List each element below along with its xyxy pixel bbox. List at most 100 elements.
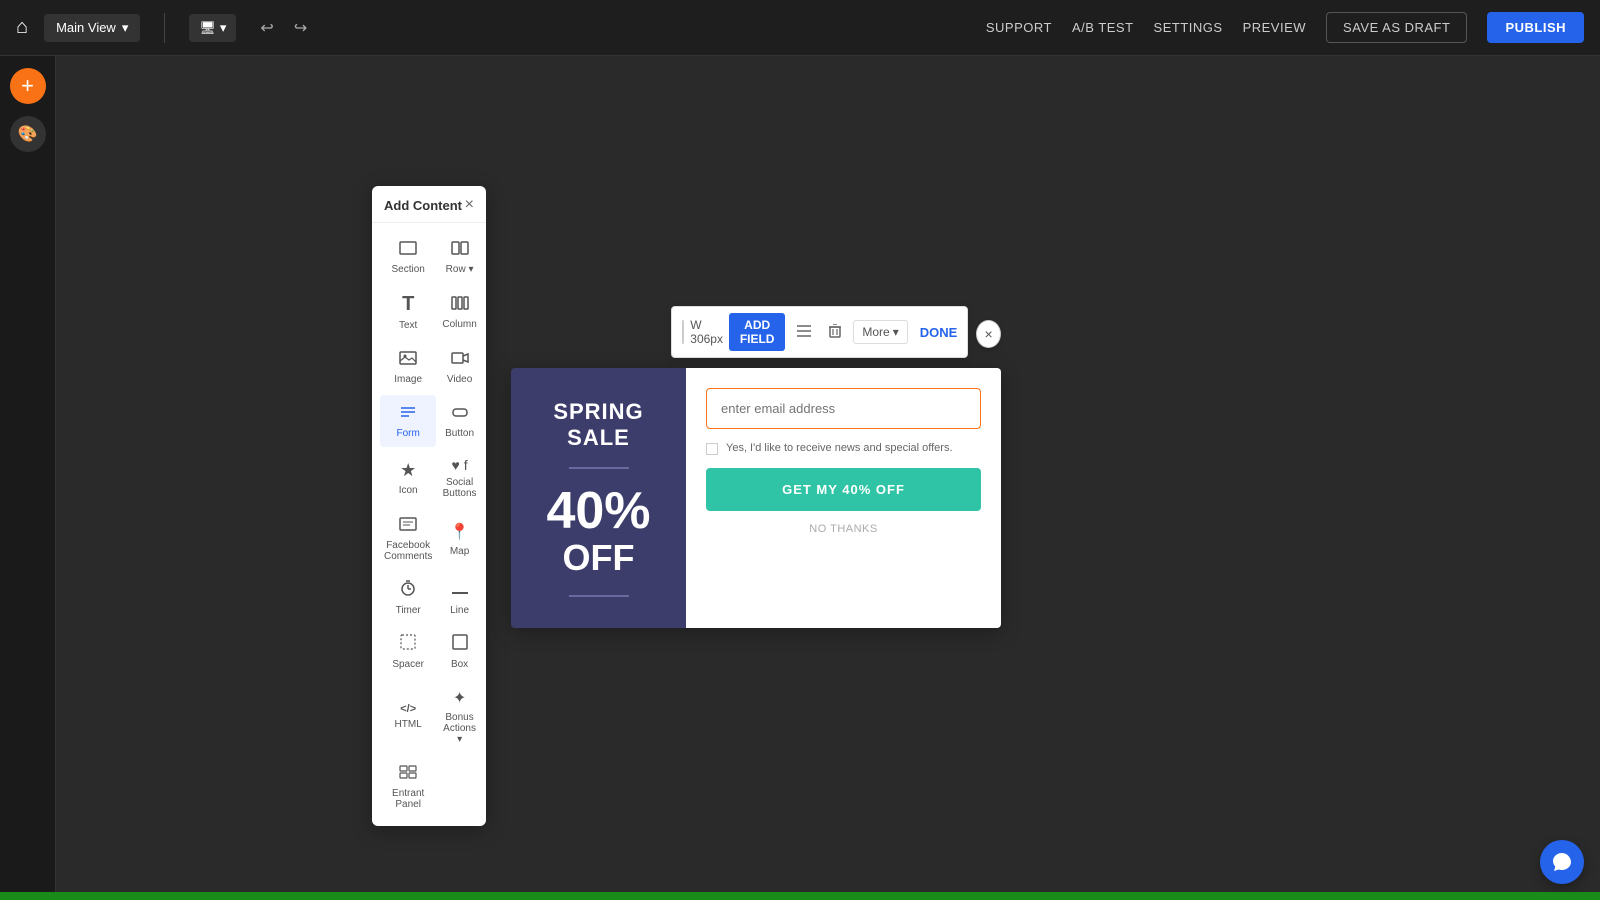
device-icon: 🖥 <box>199 20 216 36</box>
panel-item-bonus[interactable]: ✦ Bonus Actions ▾ <box>438 680 480 753</box>
ab-test-link[interactable]: A/B TEST <box>1072 20 1134 35</box>
panel-item-entrant[interactable]: Entrant Panel <box>380 755 436 818</box>
view-selector-label: Main View <box>56 20 116 35</box>
view-selector[interactable]: Main View ▾ <box>44 14 140 42</box>
panel-item-video[interactable]: Video <box>438 341 480 393</box>
theme-button[interactable]: 🎨 <box>10 116 46 152</box>
facebook-icon <box>399 517 417 536</box>
panel-close-button[interactable]: × <box>465 196 474 214</box>
section-label: Section <box>391 264 424 275</box>
save-draft-button[interactable]: SAVE AS DRAFT <box>1326 12 1467 43</box>
map-icon: 📍 <box>450 522 470 542</box>
undo-button[interactable]: ↩ <box>252 14 281 42</box>
social-icon: ♥ f <box>452 457 468 473</box>
get-discount-button[interactable]: GET MY 40% OFF <box>706 468 981 511</box>
spring-sale-title: SPRING SALE <box>531 399 666 451</box>
panel-item-button[interactable]: Button <box>438 395 480 447</box>
list-icon-button[interactable] <box>791 322 817 342</box>
delete-icon-button[interactable] <box>823 322 847 343</box>
panel-item-icon[interactable]: ★ Icon <box>380 449 436 507</box>
checkbox-row: Yes, I'd like to receive news and specia… <box>706 441 981 456</box>
panel-item-box[interactable]: Box <box>438 626 480 678</box>
html-label: HTML <box>395 719 422 730</box>
spacer-label: Spacer <box>392 659 424 670</box>
support-link[interactable]: SUPPORT <box>986 20 1052 35</box>
icon-icon: ★ <box>400 460 416 481</box>
panel-item-section[interactable]: Section <box>380 231 436 283</box>
sale-divider-bottom <box>569 595 629 597</box>
row-icon <box>451 239 469 260</box>
html-icon: </> <box>400 703 416 715</box>
popup-container: SPRING SALE 40% OFF Yes, I'd like to rec… <box>511 368 1001 628</box>
spacer-icon <box>400 634 416 655</box>
icon-label: Icon <box>399 485 418 496</box>
preview-link[interactable]: PREVIEW <box>1243 20 1306 35</box>
timer-icon <box>400 580 416 601</box>
panel-grid: Section Row ▾ T Text Column <box>372 223 486 826</box>
more-button[interactable]: More ▾ <box>853 320 907 344</box>
form-icon <box>399 403 417 424</box>
button-icon <box>451 403 469 424</box>
sale-divider-top <box>569 467 629 469</box>
view-selector-arrow: ▾ <box>122 20 129 36</box>
video-label: Video <box>447 374 472 385</box>
panel-item-text[interactable]: T Text <box>380 285 436 339</box>
publish-button[interactable]: PUBLISH <box>1487 12 1584 43</box>
line-label: Line <box>450 605 469 616</box>
panel-item-map[interactable]: 📍 Map <box>438 509 480 570</box>
no-thanks-link[interactable]: NO THANKS <box>706 523 981 535</box>
bonus-label: Bonus Actions ▾ <box>442 712 476 745</box>
section-icon <box>399 239 417 260</box>
toolbar-close-button[interactable]: × <box>976 320 1001 348</box>
add-content-panel: Add Content × Section Row ▾ T Text <box>372 186 486 826</box>
popup-editor-area: W 306px ADD FIELD More ▾ DONE × SPRIN <box>511 306 1001 628</box>
panel-item-spacer[interactable]: Spacer <box>380 626 436 678</box>
add-content-button[interactable]: + <box>10 68 46 104</box>
image-label: Image <box>394 374 422 385</box>
optin-label: Yes, I'd like to receive news and specia… <box>726 441 953 456</box>
device-selector[interactable]: 🖥 ▾ <box>189 14 236 42</box>
entrant-icon <box>399 763 417 784</box>
panel-title: Add Content <box>384 198 462 213</box>
popup-toolbar: W 306px ADD FIELD More ▾ DONE <box>671 306 968 358</box>
panel-item-column[interactable]: Column <box>438 285 480 339</box>
popup-left-panel: SPRING SALE 40% OFF <box>511 368 686 628</box>
settings-link[interactable]: SETTINGS <box>1154 20 1223 35</box>
panel-item-social[interactable]: ♥ f Social Buttons <box>438 449 480 507</box>
email-input[interactable] <box>706 388 981 429</box>
panel-item-timer[interactable]: Timer <box>380 572 436 624</box>
panel-item-line[interactable]: Line <box>438 572 480 624</box>
panel-item-facebook[interactable]: Facebook Comments <box>380 509 436 570</box>
navbar-right: SUPPORT A/B TEST SETTINGS PREVIEW SAVE A… <box>986 12 1584 43</box>
toolbar-separator <box>164 13 165 43</box>
panel-item-image[interactable]: Image <box>380 341 436 393</box>
form-label: Form <box>397 428 420 439</box>
navbar: ⌂ Main View ▾ 🖥 ▾ ↩ ↪ SUPPORT A/B TEST S… <box>0 0 1600 56</box>
add-field-button[interactable]: ADD FIELD <box>729 313 785 351</box>
done-button[interactable]: DONE <box>920 325 958 340</box>
text-icon: T <box>402 293 414 316</box>
undo-redo-group: ↩ ↪ <box>252 14 315 42</box>
sale-percent: 40% <box>546 485 650 537</box>
panel-item-row[interactable]: Row ▾ <box>438 231 480 283</box>
toolbar-handle[interactable] <box>682 320 684 344</box>
bonus-icon: ✦ <box>453 688 466 708</box>
bottom-progress-bar <box>0 892 1600 900</box>
panel-item-form[interactable]: Form <box>380 395 436 447</box>
sale-off: OFF <box>563 537 635 579</box>
left-sidebar: + 🎨 <box>0 56 56 900</box>
panel-item-html[interactable]: </> HTML <box>380 680 436 753</box>
map-label: Map <box>450 546 469 557</box>
social-label: Social Buttons <box>442 477 476 499</box>
entrant-label: Entrant Panel <box>384 788 432 810</box>
panel-header: Add Content × <box>372 186 486 223</box>
optin-checkbox[interactable] <box>706 443 718 455</box>
popup-right-panel: Yes, I'd like to receive news and specia… <box>686 368 1001 628</box>
canvas-area: Add Content × Section Row ▾ T Text <box>56 56 1600 900</box>
toolbar-width: W 306px <box>690 318 723 346</box>
chat-widget[interactable] <box>1540 840 1584 884</box>
home-icon[interactable]: ⌂ <box>16 16 28 39</box>
text-label: Text <box>399 320 417 331</box>
line-icon <box>451 580 469 601</box>
redo-button[interactable]: ↪ <box>286 14 315 42</box>
